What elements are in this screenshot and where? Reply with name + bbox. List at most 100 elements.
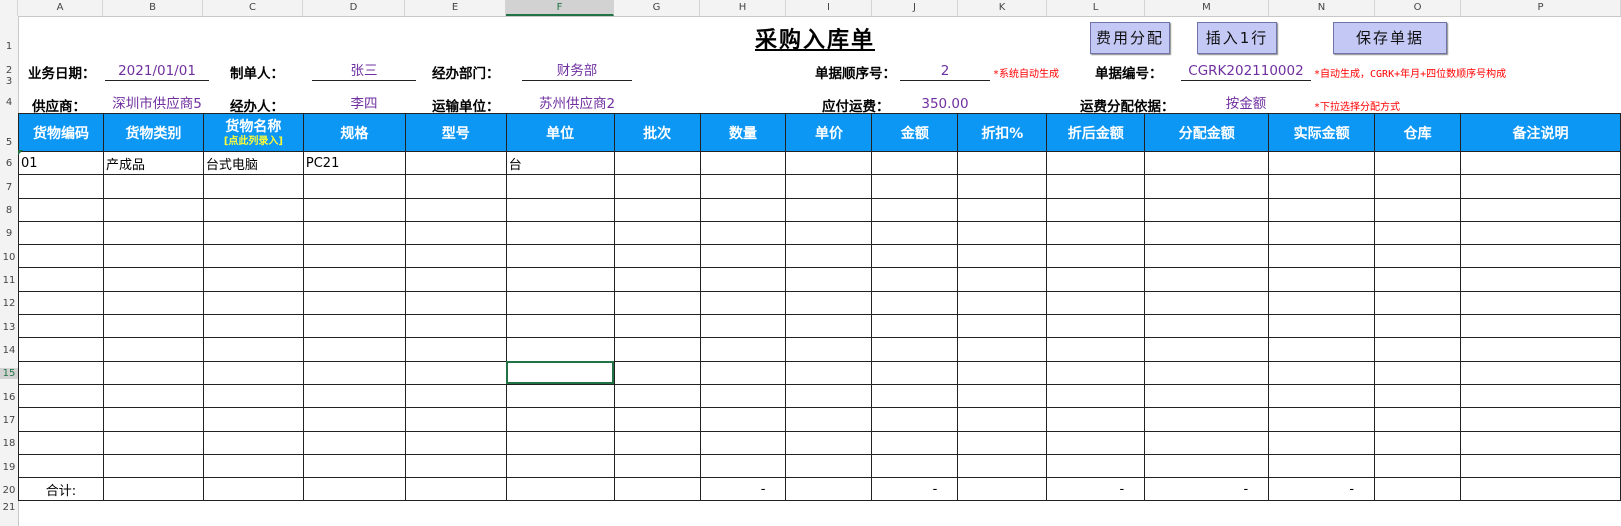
column-header-a[interactable]: A — [18, 0, 103, 16]
table-cell[interactable] — [613, 314, 701, 339]
row-header-18[interactable]: 18 — [0, 438, 18, 449]
supplier-field[interactable]: 深圳市供应商5 — [105, 95, 209, 113]
table-cell[interactable] — [871, 407, 959, 432]
table-cell[interactable] — [871, 314, 959, 339]
column-header-d[interactable]: D — [303, 0, 405, 16]
table-cell[interactable] — [699, 407, 787, 432]
table-cell[interactable] — [202, 360, 304, 385]
table-cell[interactable] — [102, 407, 204, 432]
table-cell[interactable] — [1268, 197, 1376, 222]
table-cell[interactable] — [505, 290, 615, 316]
table-cell[interactable] — [699, 244, 787, 269]
table-cell[interactable] — [404, 337, 507, 362]
table-cell[interactable] — [871, 360, 959, 385]
table-cell[interactable] — [505, 174, 615, 199]
table-cell[interactable] — [1268, 430, 1376, 455]
table-cell[interactable] — [957, 383, 1048, 409]
table-cell[interactable] — [1374, 197, 1462, 222]
table-cell[interactable]: 01 — [18, 150, 104, 176]
table-cell[interactable] — [957, 197, 1048, 222]
table-cell[interactable] — [1046, 150, 1146, 176]
table-cell[interactable] — [102, 360, 204, 385]
table-cell[interactable] — [613, 360, 701, 385]
table-cell[interactable] — [1046, 244, 1146, 269]
table-cell[interactable] — [1046, 174, 1146, 199]
table-cell[interactable] — [1460, 244, 1621, 269]
column-header-c[interactable]: C — [203, 0, 303, 16]
table-cell[interactable] — [957, 174, 1048, 199]
table-cell[interactable] — [785, 267, 873, 292]
table-cell[interactable] — [505, 337, 615, 362]
table-cell[interactable] — [1460, 453, 1621, 479]
table-cell[interactable] — [202, 267, 304, 292]
table-cell[interactable] — [699, 360, 787, 385]
table-cell[interactable] — [871, 174, 959, 199]
table-cell[interactable] — [505, 453, 615, 479]
table-cell[interactable] — [102, 267, 204, 292]
table-cell[interactable] — [1046, 220, 1146, 246]
table-cell[interactable] — [1268, 337, 1376, 362]
table-cell[interactable] — [302, 290, 406, 316]
row-header-1[interactable]: 1 — [0, 41, 18, 52]
handler-field[interactable]: 李四 — [312, 95, 416, 114]
carrier-field[interactable]: 苏州供应商2 — [522, 95, 632, 113]
table-cell[interactable] — [505, 430, 615, 455]
table-cell[interactable] — [1268, 360, 1376, 385]
table-cell[interactable] — [202, 407, 304, 432]
table-cell[interactable] — [202, 244, 304, 269]
table-cell[interactable] — [699, 383, 787, 409]
header-goods-name-hint[interactable]: [点此列录入] — [206, 136, 301, 147]
table-cell[interactable] — [613, 430, 701, 455]
table-cell[interactable] — [18, 290, 104, 316]
table-cell[interactable] — [1046, 430, 1146, 455]
table-cell[interactable] — [1374, 244, 1462, 269]
table-cell[interactable] — [785, 337, 873, 362]
table-cell[interactable] — [18, 197, 104, 222]
table-cell[interactable] — [1268, 407, 1376, 432]
table-cell[interactable] — [613, 290, 701, 316]
table-cell[interactable] — [102, 383, 204, 409]
table-cell[interactable] — [102, 290, 204, 316]
table-cell[interactable] — [404, 244, 507, 269]
header-goods-category[interactable]: 货物类别 — [102, 113, 204, 152]
table-cell[interactable] — [1144, 197, 1270, 222]
table-cell[interactable] — [871, 267, 959, 292]
table-cell[interactable] — [613, 220, 701, 246]
table-cell[interactable] — [871, 453, 959, 479]
header-spec[interactable]: 规格 — [302, 113, 406, 152]
table-cell[interactable] — [404, 267, 507, 292]
row-header-21[interactable]: 21 — [0, 502, 18, 513]
row-header-12[interactable]: 12 — [0, 298, 18, 309]
table-cell[interactable] — [699, 150, 787, 176]
header-discount[interactable]: 折扣% — [957, 113, 1048, 152]
allocate-cost-button[interactable]: 费用分配 — [1090, 22, 1170, 54]
table-cell[interactable] — [1144, 407, 1270, 432]
column-header-o[interactable]: O — [1375, 0, 1461, 16]
table-cell[interactable] — [785, 383, 873, 409]
table-cell[interactable] — [404, 174, 507, 199]
column-header-k[interactable]: K — [958, 0, 1047, 16]
table-cell[interactable] — [102, 174, 204, 199]
table-cell[interactable] — [1374, 337, 1462, 362]
table-cell[interactable] — [1374, 220, 1462, 246]
table-cell[interactable] — [102, 220, 204, 246]
table-cell[interactable] — [957, 360, 1048, 385]
table-cell[interactable] — [302, 244, 406, 269]
table-cell[interactable] — [202, 290, 304, 316]
table-cell[interactable] — [1046, 290, 1146, 316]
table-cell[interactable] — [505, 314, 615, 339]
select-all-corner[interactable] — [0, 0, 18, 16]
table-cell[interactable] — [1374, 290, 1462, 316]
table-cell[interactable] — [1144, 267, 1270, 292]
table-cell[interactable] — [1046, 197, 1146, 222]
table-cell[interactable] — [302, 220, 406, 246]
table-cell[interactable] — [1046, 267, 1146, 292]
table-cell[interactable] — [613, 407, 701, 432]
table-cell[interactable] — [1460, 430, 1621, 455]
table-cell[interactable] — [302, 337, 406, 362]
table-cell[interactable] — [699, 174, 787, 199]
table-cell[interactable] — [1268, 244, 1376, 269]
table-cell[interactable] — [505, 267, 615, 292]
table-cell[interactable] — [18, 267, 104, 292]
header-actual-amount[interactable]: 实际金额 — [1268, 113, 1376, 152]
